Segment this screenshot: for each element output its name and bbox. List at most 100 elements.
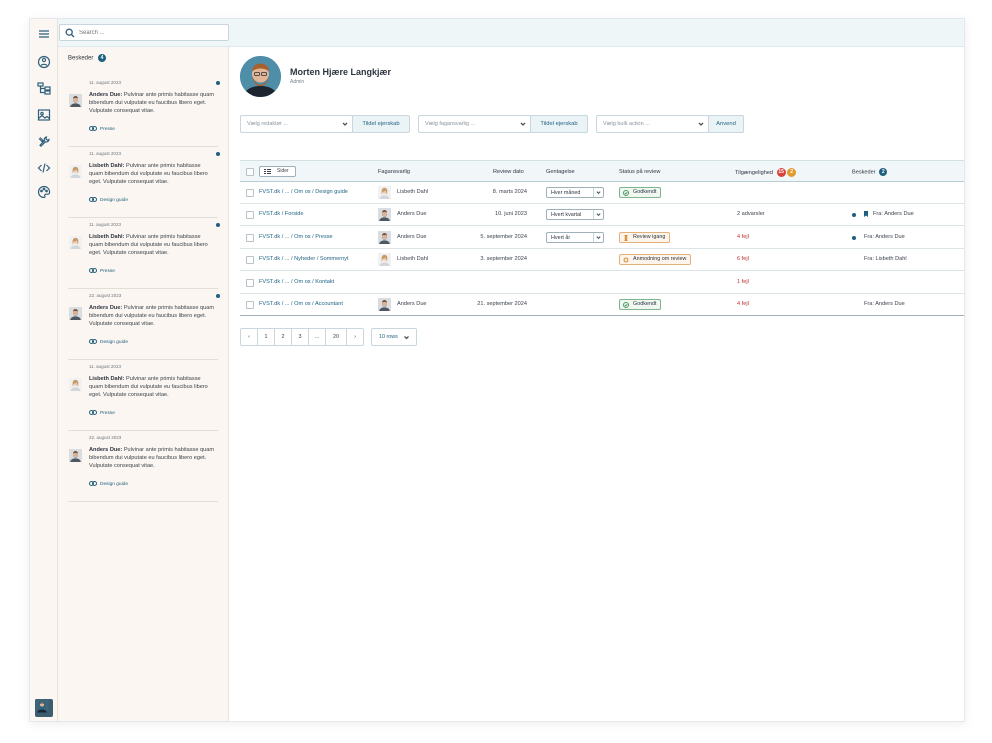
header-owner[interactable]: Fagansvarlig bbox=[378, 169, 410, 175]
status-badge: Review igang bbox=[619, 231, 671, 243]
dashboard-icon[interactable] bbox=[37, 55, 51, 69]
table-row[interactable]: FVST.dk / Forside Anders Due 10. juni 2023… bbox=[240, 204, 964, 227]
bulk-action-select[interactable]: Vælg bulk action ... bbox=[596, 115, 709, 133]
page-button[interactable]: 20 bbox=[326, 328, 347, 346]
message-date: 11. august 2023 bbox=[89, 80, 121, 85]
message-tag[interactable]: Presse bbox=[89, 126, 115, 132]
owner-name: Anders Due bbox=[397, 211, 427, 218]
row-checkbox[interactable] bbox=[246, 211, 254, 220]
message-text: Lisbeth Dahl: Pulvinar ante primis habit… bbox=[89, 233, 215, 257]
message-tag[interactable]: Design guide bbox=[89, 197, 128, 203]
header-repeat[interactable]: Gentagelse bbox=[546, 169, 575, 175]
table-row[interactable]: FVST.dk / ... / Om os / Accountant Anders… bbox=[240, 294, 964, 316]
owner-name: Anders Due bbox=[397, 233, 427, 240]
page-button[interactable]: 1 bbox=[258, 328, 275, 346]
page-path-link[interactable]: FVST.dk / Forside bbox=[259, 211, 303, 217]
message-tag-label: Presse bbox=[100, 126, 115, 132]
row-checkbox[interactable] bbox=[246, 256, 254, 265]
check-circle-icon bbox=[623, 190, 629, 196]
message-author: Anders Due: bbox=[89, 447, 123, 453]
apply-button[interactable]: Anvend bbox=[708, 115, 744, 133]
page-button[interactable]: 3 bbox=[292, 328, 309, 346]
page-button[interactable]: 2 bbox=[275, 328, 292, 346]
search-input[interactable] bbox=[79, 27, 219, 39]
row-checkbox[interactable] bbox=[246, 301, 254, 309]
rows-per-page-select[interactable]: 10 rows bbox=[371, 328, 417, 346]
message-item[interactable]: 22. august 2023 Anders Due: Pulvinar ante… bbox=[68, 289, 220, 360]
accessibility-issues[interactable]: 2 advarsler bbox=[737, 211, 765, 217]
tools-icon[interactable] bbox=[37, 135, 51, 149]
message-tag-label: Presse bbox=[100, 268, 115, 274]
repeat-select[interactable]: Hvert år bbox=[546, 231, 604, 243]
header-accessibility-label: Tilgængelighed bbox=[735, 169, 774, 176]
palette-icon[interactable] bbox=[37, 185, 51, 199]
accessibility-issues[interactable]: 4 fejl bbox=[737, 301, 749, 307]
pages-column-button[interactable]: Sider bbox=[259, 166, 296, 177]
avatar bbox=[69, 307, 82, 320]
message-item[interactable]: 11. august 2023 Lisbeth Dahl: Pulvinar an… bbox=[68, 147, 220, 218]
page-button[interactable]: ... bbox=[309, 328, 326, 346]
avatar bbox=[69, 165, 82, 178]
header-messages[interactable]: Beskeder 2 bbox=[852, 168, 888, 176]
header-status[interactable]: Status på review bbox=[619, 169, 660, 175]
message-tag[interactable]: Presse bbox=[89, 410, 115, 416]
link-icon bbox=[89, 481, 100, 487]
message-item[interactable]: 11. august 2023 Lisbeth Dahl: Pulvinar an… bbox=[68, 218, 220, 289]
table-row[interactable]: FVST.dk / ... / Om os / Kontakt 1 fejl bbox=[240, 272, 964, 294]
code-icon[interactable] bbox=[37, 161, 51, 175]
message-from[interactable]: Fra: Anders Due bbox=[864, 234, 905, 240]
page-path-link[interactable]: FVST.dk / ... / Om os / Design guide bbox=[259, 189, 348, 195]
accessibility-issues[interactable]: 4 fejl bbox=[737, 234, 749, 240]
main-content: Morten Hjære Langkjær Admin Vælg redaktø… bbox=[229, 47, 964, 721]
accessibility-issues[interactable]: 1 fejl bbox=[737, 279, 749, 285]
select-all-checkbox[interactable] bbox=[246, 168, 254, 176]
message-from[interactable]: Fra: Lisbeth Dahl bbox=[864, 256, 907, 262]
user-avatar[interactable] bbox=[35, 699, 53, 717]
next-page-button[interactable]: › bbox=[347, 328, 364, 346]
owner-select[interactable]: Vælg fagansvarlig ... bbox=[418, 115, 531, 133]
previous-page-button[interactable]: ‹ bbox=[240, 328, 258, 346]
repeat-select[interactable]: Hvert kvartal bbox=[546, 209, 604, 221]
table-header: Sider Fagansvarlig Review dato Gentagels… bbox=[240, 160, 964, 182]
table-row[interactable]: FVST.dk / ... / Nyheder / Sommernyt Lisbe… bbox=[240, 249, 964, 272]
message-tag[interactable]: Presse bbox=[89, 268, 115, 274]
message-from[interactable]: Fra: Anders Due bbox=[864, 301, 905, 307]
message-item[interactable]: 22. august 2023 Anders Due: Pulvinar ante… bbox=[68, 431, 218, 502]
link-icon bbox=[89, 268, 100, 274]
message-tag[interactable]: Design guide bbox=[89, 481, 128, 487]
message-author: Anders Due: bbox=[89, 92, 123, 98]
bookmark-icon[interactable] bbox=[864, 211, 868, 218]
page-path-link[interactable]: FVST.dk / ... / Om os / Presse bbox=[259, 234, 333, 240]
page-path-link[interactable]: FVST.dk / ... / Nyheder / Sommernyt bbox=[259, 256, 349, 262]
row-checkbox[interactable] bbox=[246, 189, 254, 197]
message-tag[interactable]: Design guide bbox=[89, 339, 128, 345]
header-review-date[interactable]: Review dato bbox=[493, 169, 524, 175]
message-text: Anders Due: Pulvinar ante primis habitas… bbox=[89, 446, 215, 470]
chevron-down-icon bbox=[342, 121, 348, 127]
message-date: 11. august 2023 bbox=[89, 364, 121, 369]
table-row[interactable]: FVST.dk / ... / Om os / Design guide Lisb… bbox=[240, 182, 964, 204]
accessibility-issues[interactable]: 6 fejl bbox=[737, 256, 749, 262]
sitemap-icon bbox=[264, 169, 271, 174]
page-path-link[interactable]: FVST.dk / ... / Om os / Accountant bbox=[259, 301, 343, 307]
message-item[interactable]: 11. august 2023 Anders Due: Pulvinar ante… bbox=[68, 76, 220, 147]
editor-select[interactable]: Vælg redaktør ... bbox=[240, 115, 353, 133]
chevron-down-icon bbox=[404, 336, 409, 340]
table-row[interactable]: FVST.dk / ... / Om os / Presse Anders Due… bbox=[240, 227, 964, 249]
search-box[interactable] bbox=[59, 24, 229, 41]
menu-icon[interactable] bbox=[37, 27, 51, 41]
assign-owner-button-2[interactable]: Tildel ejerskab bbox=[530, 115, 588, 133]
message-item[interactable]: 11. august 2023 Lisbeth Dahl: Pulvinar an… bbox=[68, 360, 218, 431]
header-accessibility[interactable]: Tilgængelighed 15 2 bbox=[735, 168, 797, 177]
page-path-link[interactable]: FVST.dk / ... / Om os / Kontakt bbox=[259, 279, 334, 285]
owner-select-placeholder: Vælg fagansvarlig ... bbox=[425, 121, 476, 127]
row-checkbox[interactable] bbox=[246, 278, 254, 287]
assign-owner-button[interactable]: Tildel ejerskab bbox=[352, 115, 410, 133]
row-checkbox[interactable] bbox=[246, 233, 254, 242]
message-from[interactable]: Fra: Anders Due bbox=[873, 211, 914, 217]
sitemap-icon[interactable] bbox=[37, 81, 51, 95]
image-icon[interactable] bbox=[37, 108, 51, 122]
repeat-select[interactable]: Hver måned bbox=[546, 187, 604, 198]
app-window: Beskeder 4 11. august 2023 Anders Due: Pu… bbox=[29, 18, 965, 722]
check-circle-icon bbox=[623, 302, 629, 308]
